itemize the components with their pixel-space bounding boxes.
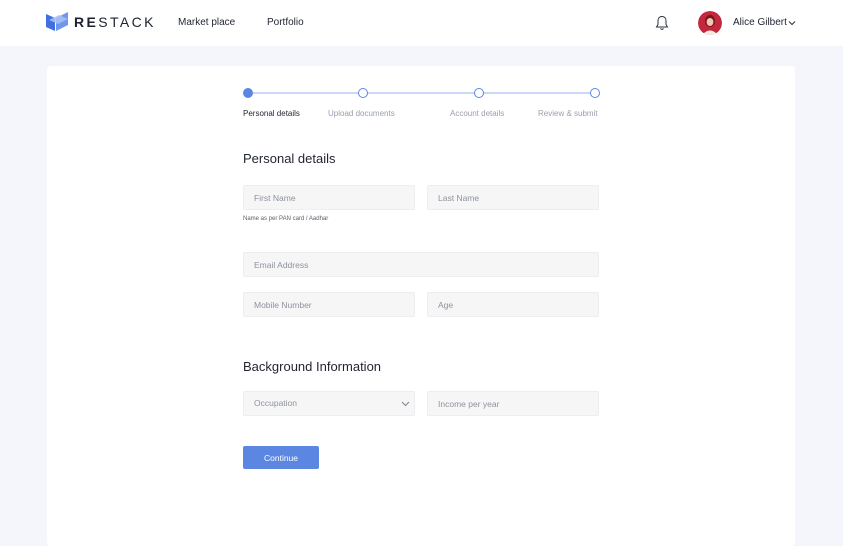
- brand-wordmark-rest: STACK: [98, 14, 156, 30]
- mobile-number-input[interactable]: [243, 292, 415, 317]
- chevron-down-icon[interactable]: [401, 401, 410, 407]
- brand-logo[interactable]: RESTACK: [46, 12, 156, 32]
- step-dot-account-details[interactable]: [474, 88, 484, 98]
- avatar[interactable]: [698, 11, 722, 35]
- bell-icon[interactable]: [655, 15, 669, 31]
- step-label-account-details[interactable]: Account details: [450, 109, 504, 118]
- nav-link-portfolio[interactable]: Portfolio: [267, 17, 304, 28]
- user-name[interactable]: Alice Gilbert: [733, 17, 787, 28]
- form-card: [47, 66, 795, 546]
- last-name-input[interactable]: [427, 185, 599, 210]
- step-dot-personal-details[interactable]: [243, 88, 253, 98]
- age-input[interactable]: [427, 292, 599, 317]
- email-input[interactable]: [243, 252, 599, 277]
- chevron-down-icon[interactable]: [788, 20, 796, 26]
- occupation-select-value: Occupation: [254, 398, 297, 408]
- income-input[interactable]: [427, 391, 599, 416]
- step-label-personal-details[interactable]: Personal details: [243, 109, 300, 118]
- step-connector: [367, 92, 478, 94]
- stacked-layers-logo-icon: [46, 12, 68, 31]
- name-helper-text: Name as per PAN card / Aadhar: [243, 216, 329, 222]
- avatar-image: [698, 11, 722, 35]
- continue-button[interactable]: Continue: [243, 446, 319, 469]
- first-name-input[interactable]: [243, 185, 415, 210]
- section-title-personal-details: Personal details: [243, 151, 336, 166]
- step-dot-review-submit[interactable]: [590, 88, 600, 98]
- top-navigation-bar: RESTACK Market place Portfolio Alice Gil…: [0, 0, 843, 46]
- brand-wordmark: RESTACK: [74, 14, 156, 30]
- brand-wordmark-bold: RE: [74, 14, 99, 30]
- nav-link-market-place[interactable]: Market place: [178, 17, 235, 28]
- step-label-upload-documents[interactable]: Upload documents: [328, 109, 395, 118]
- step-connector: [483, 92, 594, 94]
- section-title-background-information: Background Information: [243, 359, 382, 374]
- occupation-select[interactable]: Occupation: [243, 391, 415, 416]
- step-connector: [251, 92, 362, 94]
- progress-stepper: Personal details Upload documents Accoun…: [243, 88, 600, 128]
- step-label-review-submit[interactable]: Review & submit: [538, 109, 598, 118]
- step-dot-upload-documents[interactable]: [358, 88, 368, 98]
